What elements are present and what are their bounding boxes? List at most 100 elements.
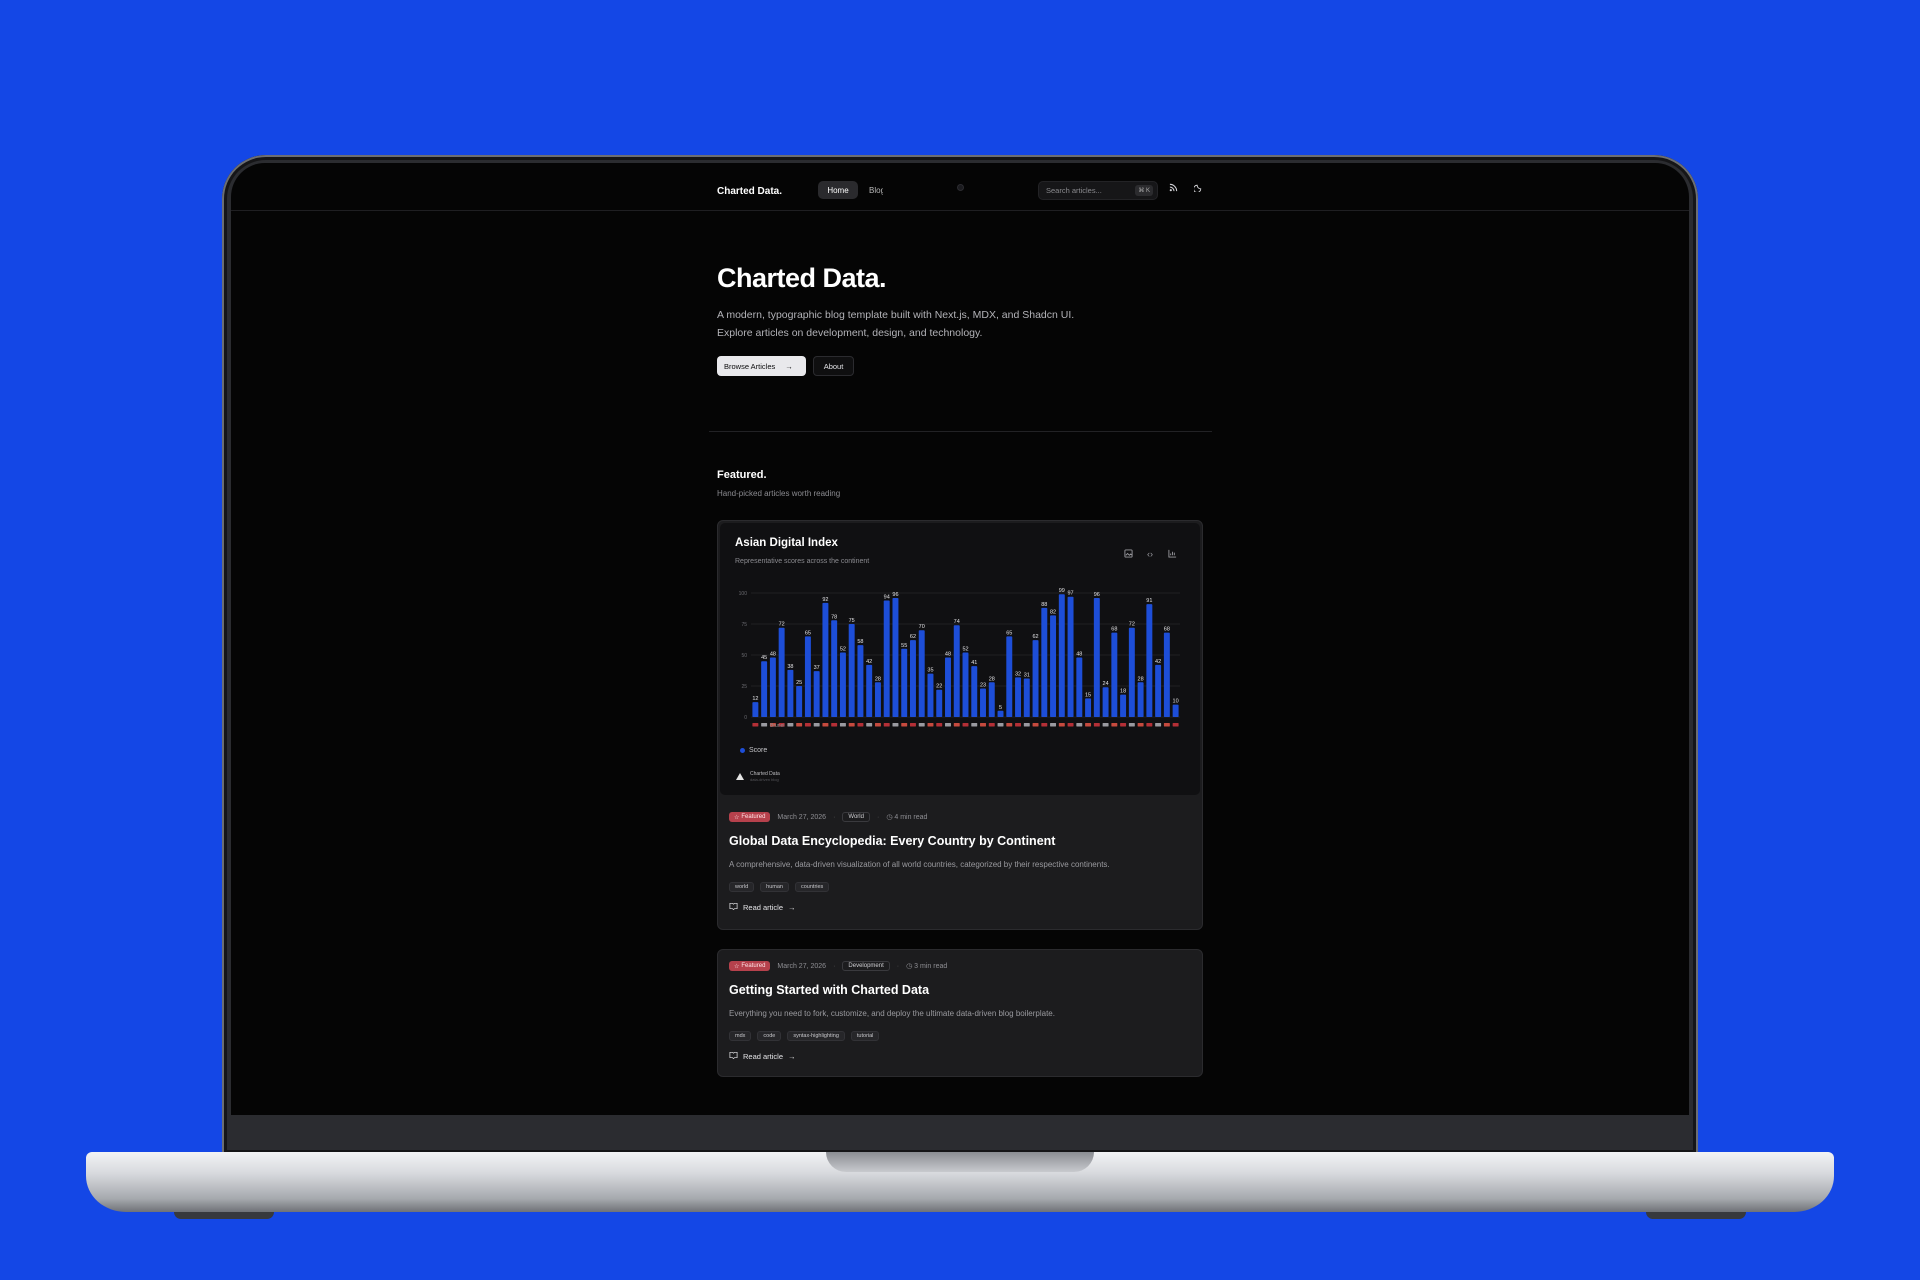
rss-icon[interactable]: [1166, 183, 1180, 195]
x-tick-flag-icon: [1067, 723, 1074, 727]
image-download-icon[interactable]: [1122, 549, 1134, 560]
laptop-foot-left: [174, 1212, 274, 1219]
laptop-base-notch: [826, 1152, 1094, 1172]
tag[interactable]: countries: [794, 882, 830, 892]
star-icon: ☆: [734, 963, 740, 970]
legend-swatch: [740, 748, 745, 753]
code-icon[interactable]: ‹›: [1144, 549, 1156, 559]
chart-panel: Asian Digital Index Representative score…: [720, 523, 1200, 795]
bar-value-label: 92: [822, 597, 828, 603]
x-tick-flag-icon: [962, 723, 969, 727]
bar-value-label: 68: [1111, 627, 1117, 633]
x-tick-flag-icon: [980, 723, 986, 727]
chart-bar: [1041, 607, 1048, 717]
bar-value-label: 35: [927, 668, 933, 674]
chart-bar: [1163, 632, 1170, 717]
tag[interactable]: code: [757, 1031, 782, 1041]
bar-value-label: 65: [1006, 630, 1012, 636]
chart-bar: [1128, 627, 1135, 717]
chart-bar: [1050, 615, 1057, 717]
chart-icon[interactable]: [1166, 549, 1178, 560]
chart-legend: Score: [740, 747, 767, 754]
chart-bar: [1093, 597, 1100, 717]
x-tick-flag-icon: [1120, 723, 1127, 727]
chart-bar: [927, 673, 934, 717]
read-article-link[interactable]: Read article →: [729, 902, 796, 912]
x-tick-flag-icon: [1050, 723, 1057, 727]
bar-value-label: 37: [814, 665, 820, 671]
about-button[interactable]: About: [813, 356, 854, 376]
category-pill[interactable]: Development: [842, 961, 890, 971]
x-tick-flag-icon: [1032, 723, 1039, 727]
hero-description: A modern, typographic blog template buil…: [717, 309, 1075, 339]
read-time: ◷ 3 min read: [906, 963, 948, 970]
nav-blog-link[interactable]: Blog: [869, 186, 883, 195]
tag[interactable]: world: [729, 882, 755, 892]
post-meta: ☆ Featured March 27, 2026 · World · ◷ 4 m…: [729, 812, 927, 822]
chart-bar: [936, 689, 943, 717]
x-tick-flag-icon: [1163, 723, 1170, 727]
x-tick-flag-icon: [936, 723, 943, 727]
bar-value-label: 24: [1103, 681, 1109, 687]
chart-bar: [1023, 678, 1030, 717]
x-tick-flag-icon: [813, 723, 820, 727]
featured-badge-label: Featured: [741, 963, 766, 969]
x-tick-flag-icon: [1146, 723, 1153, 727]
meta-separator: ·: [833, 962, 836, 970]
chart-bar: [1120, 694, 1127, 717]
laptop-screen: Charted Data. Home Blog Search articles.…: [231, 163, 1689, 1115]
featured-badge: ☆ Featured: [729, 961, 771, 971]
tag[interactable]: human: [760, 882, 789, 892]
x-tick-flag-icon: [883, 723, 890, 727]
chart-bar: [1058, 594, 1065, 717]
tag[interactable]: syntax-highlighting: [787, 1031, 845, 1041]
browse-articles-button[interactable]: Browse Articles →: [717, 356, 806, 376]
chart-bar: [857, 645, 864, 717]
moon-icon[interactable]: [1191, 183, 1205, 195]
chart-bar: [918, 630, 925, 717]
chart-bar: [1146, 604, 1153, 717]
read-article-link[interactable]: Read article →: [729, 1051, 796, 1061]
post-title-link[interactable]: Getting Started with Charted Data: [729, 983, 929, 997]
chart-bar: [752, 702, 759, 717]
tag[interactable]: tutorial: [850, 1031, 880, 1041]
bar-value-label: 18: [1120, 689, 1126, 695]
legend-label: Score: [749, 747, 768, 754]
y-tick-label: 75: [741, 622, 747, 628]
post-description: Everything you need to fork, customize, …: [729, 1009, 1055, 1018]
post-date: March 27, 2026: [777, 813, 827, 821]
bar-value-label: 68: [1164, 627, 1170, 633]
chart-bar: [988, 682, 995, 717]
star-icon: ☆: [734, 814, 740, 821]
bar-value-label: 25: [796, 680, 802, 686]
arrow-right-icon: →: [788, 1051, 796, 1061]
x-tick-label: Brunei: [770, 723, 784, 729]
x-tick-flag-icon: [831, 723, 838, 727]
bar-value-label: 82: [1050, 609, 1056, 615]
chart-bar: [1137, 682, 1144, 717]
chart-bar: [997, 710, 1004, 717]
x-tick-flag-icon: [761, 723, 768, 727]
post-title-link[interactable]: Global Data Encyclopedia: Every Country …: [729, 834, 1055, 848]
bar-value-label: 70: [919, 624, 925, 630]
arrow-right-icon: →: [785, 361, 793, 371]
chart-bar: [1111, 632, 1118, 717]
category-pill[interactable]: World: [842, 812, 870, 822]
featured-badge-label: Featured: [741, 814, 766, 820]
top-nav: Charted Data. Home Blog Search articles.…: [231, 163, 1689, 211]
bar-value-label: 23: [980, 682, 986, 688]
tag[interactable]: mdx: [729, 1031, 752, 1041]
chart-bar: [980, 688, 986, 717]
chart-bar: [822, 602, 829, 717]
search-shortcut-badge: ⌘ K: [1135, 185, 1153, 196]
x-tick-flag-icon: [988, 723, 995, 727]
book-open-icon: [729, 1051, 738, 1061]
post-card[interactable]: Asian Digital Index Representative score…: [717, 520, 1203, 930]
post-card[interactable]: ☆ Featured March 27, 2026 · Development ·…: [717, 949, 1203, 1077]
nav-home-link[interactable]: Home: [818, 181, 858, 199]
search-input[interactable]: Search articles... ⌘ K: [1038, 181, 1158, 200]
brand-logo-link[interactable]: Charted Data.: [717, 186, 782, 197]
laptop-base: [86, 1152, 1834, 1212]
bar-chart: 0255075100124548723825653792785275584228…: [739, 588, 1180, 729]
x-tick-flag-icon: [1085, 723, 1092, 727]
